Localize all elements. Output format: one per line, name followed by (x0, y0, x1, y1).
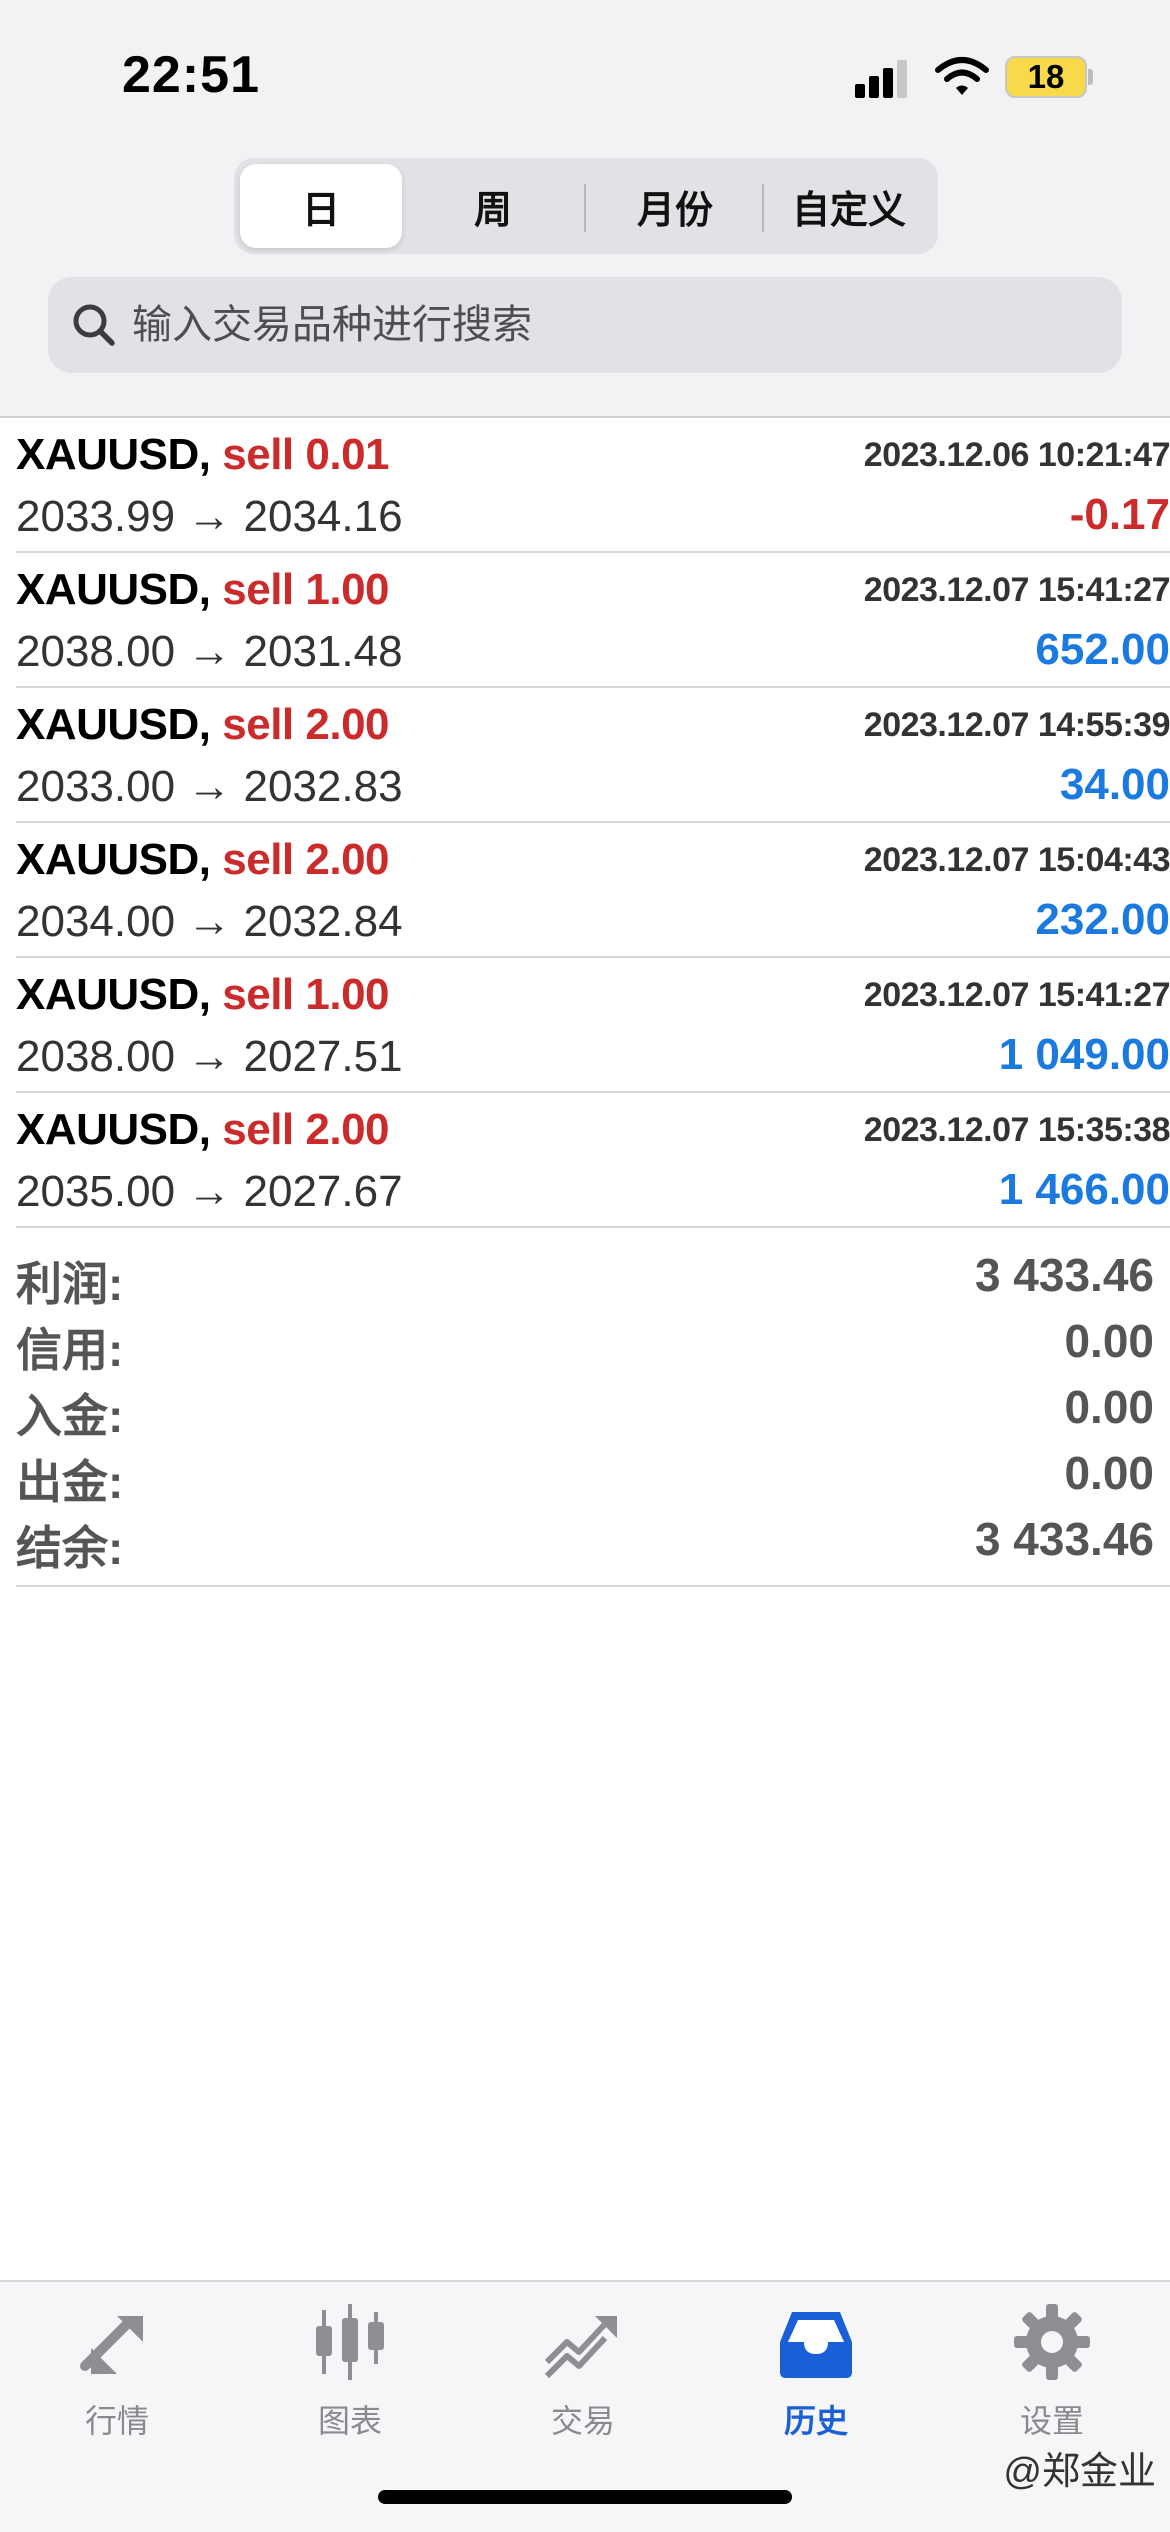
summary-value: 3 433.46 (974, 1249, 1154, 1301)
trade-time: 2023.12.07 15:35:38 (863, 1111, 1170, 1149)
trade-symbol-line: XAUUSD, sell 2.00 (16, 1105, 390, 1155)
trade-symbol: XAUUSD, (16, 1105, 211, 1154)
trade-row[interactable]: XAUUSD, sell 2.00 2023.12.07 15:04:43 20… (16, 823, 1170, 958)
trade-row[interactable]: XAUUSD, sell 1.00 2023.12.07 15:41:27 20… (16, 958, 1170, 1093)
segment-month[interactable]: 月份 (590, 164, 760, 248)
search-icon (73, 304, 115, 346)
summary-value: 3 433.46 (974, 1513, 1154, 1565)
gear-icon (1014, 2304, 1090, 2380)
trade-side-volume: sell 2.00 (222, 1105, 390, 1154)
trade-row[interactable]: XAUUSD, sell 2.00 2023.12.07 15:35:38 20… (16, 1093, 1170, 1228)
trade-row[interactable]: XAUUSD, sell 0.01 2023.12.06 10:21:47 20… (16, 418, 1170, 553)
battery-level: 18 (1027, 58, 1065, 95)
battery-tip (1088, 69, 1093, 85)
summary-value: 0.00 (1064, 1381, 1154, 1433)
summary-label: 利润: (16, 1258, 124, 1310)
tab-quotes[interactable]: 行情 (37, 2302, 197, 2452)
summary-divider (16, 1585, 1170, 1587)
segment-custom[interactable]: 自定义 (766, 164, 932, 248)
trade-time: 2023.12.06 10:21:47 (863, 436, 1170, 474)
trade-row[interactable]: XAUUSD, sell 1.00 2023.12.07 15:41:27 20… (16, 553, 1170, 688)
trade-symbol-line: XAUUSD, sell 0.01 (16, 430, 390, 480)
trade-symbol-line: XAUUSD, sell 2.00 (16, 700, 390, 750)
trade-symbol: XAUUSD, (16, 700, 211, 749)
trade-profit: -0.17 (1069, 490, 1170, 539)
summary-label: 信用: (16, 1324, 124, 1376)
summary-value: 0.00 (1064, 1447, 1154, 1499)
trade-symbol: XAUUSD, (16, 565, 211, 614)
segment-day[interactable]: 日 (240, 164, 402, 248)
summary-deposit: 入金: 0.00 (16, 1380, 1154, 1442)
trade-prices: 2033.00 → 2032.83 (16, 762, 403, 811)
tab-label: 历史 (783, 2403, 848, 2439)
tab-trade[interactable]: 交易 (503, 2302, 663, 2452)
search-input[interactable]: 输入交易品种进行搜索 (48, 277, 1122, 373)
summary-value: 0.00 (1064, 1315, 1154, 1367)
tab-charts[interactable]: 图表 (270, 2302, 430, 2452)
trade-row[interactable]: XAUUSD, sell 2.00 2023.12.07 14:55:39 20… (16, 688, 1170, 823)
trade-symbol: XAUUSD, (16, 835, 211, 884)
trade-profit: 652.00 (1035, 625, 1170, 674)
home-indicator[interactable] (378, 2490, 792, 2504)
trade-symbol-line: XAUUSD, sell 1.00 (16, 970, 390, 1020)
tab-settings[interactable]: 设置 (972, 2302, 1132, 2452)
trade-profit: 1 049.00 (998, 1030, 1170, 1079)
trade-prices: 2038.00 → 2027.51 (16, 1032, 403, 1081)
tab-label: 设置 (1019, 2403, 1084, 2439)
trade-profit: 1 466.00 (998, 1165, 1170, 1214)
candlestick-chart-icon (316, 2304, 384, 2380)
trade-prices: 2033.99 → 2034.16 (16, 492, 403, 541)
summary-label: 出金: (16, 1456, 124, 1508)
trade-time: 2023.12.07 15:41:27 (863, 976, 1170, 1014)
trade-trend-icon (544, 2316, 617, 2379)
wifi-icon (935, 57, 989, 95)
trade-side-volume: sell 0.01 (222, 430, 390, 479)
trade-prices: 2034.00 → 2032.84 (16, 897, 403, 946)
tab-label: 交易 (550, 2403, 615, 2439)
trade-prices: 2038.00 → 2031.48 (16, 627, 403, 676)
watermark: @郑金业 (1003, 2451, 1156, 2493)
trade-symbol: XAUUSD, (16, 970, 211, 1019)
battery-indicator: 18 (1005, 56, 1087, 98)
segment-week[interactable]: 周 (408, 164, 578, 248)
trade-side-volume: sell 1.00 (222, 565, 390, 614)
trade-symbol: XAUUSD, (16, 430, 211, 479)
trade-profit: 232.00 (1035, 895, 1170, 944)
trade-time: 2023.12.07 15:41:27 (863, 571, 1170, 609)
trade-symbol-line: XAUUSD, sell 2.00 (16, 835, 390, 885)
status-time: 22:51 (122, 46, 260, 104)
tab-label: 图表 (317, 2403, 382, 2439)
summary-credit: 信用: 0.00 (16, 1314, 1154, 1376)
segment-divider (584, 184, 586, 232)
summary-label: 入金: (16, 1390, 124, 1442)
period-segmented-control: 日 周 月份 自定义 (234, 158, 938, 254)
top-header-area: 22:51 18 日 周 月份 自定义 输入交易品种进行搜索 (0, 0, 1170, 418)
summary-profit: 利润: 3 433.46 (16, 1248, 1154, 1310)
history-inbox-icon (780, 2312, 852, 2378)
trade-symbol-line: XAUUSD, sell 1.00 (16, 565, 390, 615)
search-placeholder: 输入交易品种进行搜索 (132, 303, 532, 347)
segment-divider (762, 184, 764, 232)
cellular-signal-icon (855, 60, 911, 98)
summary-balance: 结余: 3 433.46 (16, 1512, 1154, 1574)
trade-side-volume: sell 1.00 (222, 970, 390, 1019)
trade-profit: 34.00 (1059, 760, 1170, 809)
trade-time: 2023.12.07 14:55:39 (863, 706, 1170, 744)
tab-label: 行情 (84, 2403, 149, 2439)
quotes-arrows-icon (80, 2316, 143, 2374)
tab-history[interactable]: 历史 (736, 2302, 896, 2452)
trade-prices: 2035.00 → 2027.67 (16, 1167, 403, 1216)
trade-time: 2023.12.07 15:04:43 (863, 841, 1170, 879)
summary-withdrawal: 出金: 0.00 (16, 1446, 1154, 1508)
trade-side-volume: sell 2.00 (222, 835, 390, 884)
summary-label: 结余: (16, 1522, 124, 1574)
trade-side-volume: sell 2.00 (222, 700, 390, 749)
